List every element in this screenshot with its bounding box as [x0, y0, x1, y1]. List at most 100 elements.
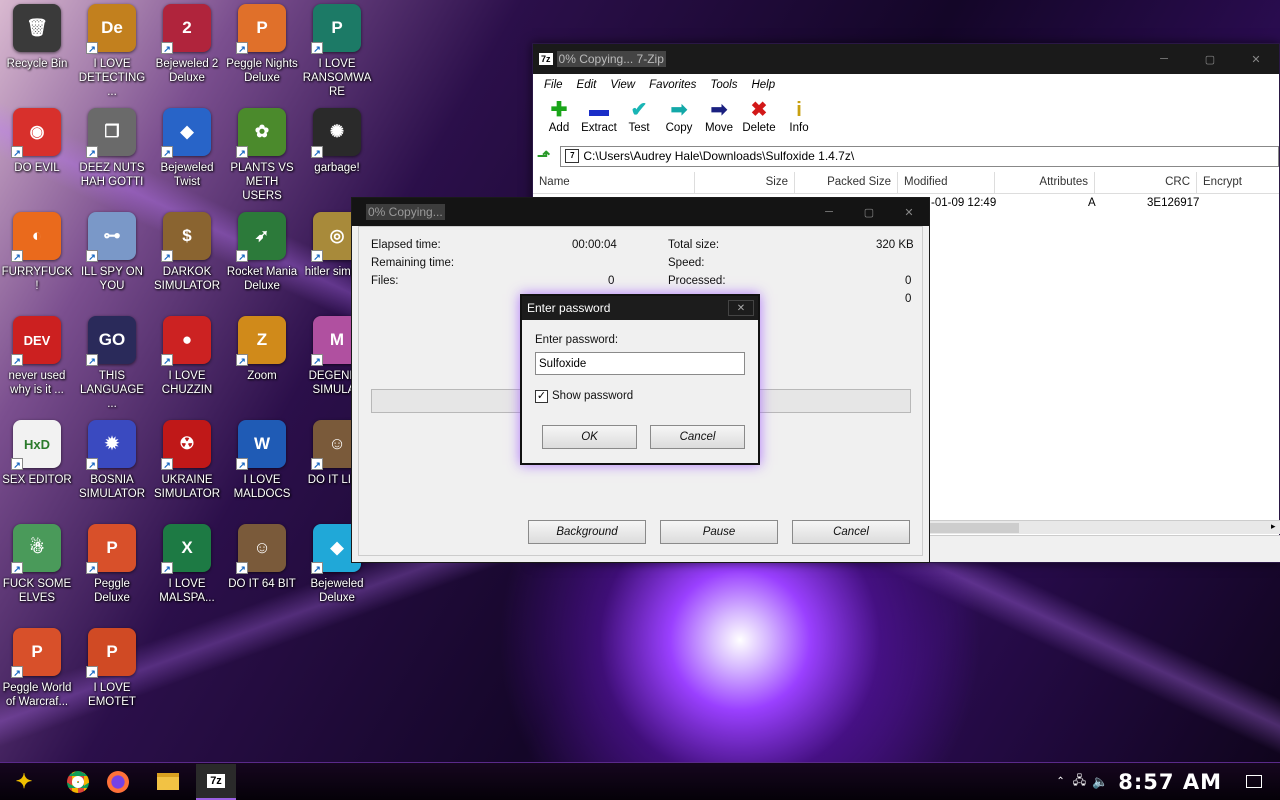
horizontal-scrollbar[interactable]: ▸ — [929, 520, 1280, 534]
desktop-icon[interactable]: P ↗ Peggle Deluxe — [75, 520, 149, 620]
pause-button[interactable]: Pause — [660, 520, 778, 544]
menu-favorites[interactable]: Favorites — [649, 79, 696, 91]
shortcut-arrow-icon: ↗ — [11, 458, 23, 470]
toolbar-delete-button[interactable]: ✖ Delete — [739, 96, 779, 144]
menu-help[interactable]: Help — [751, 79, 775, 91]
progress-minimize-button[interactable]: ─ — [809, 198, 849, 226]
desktop-icon[interactable]: $ ↗ DARKOK SIMULATOR — [150, 208, 224, 308]
password-titlebar[interactable]: Enter password ✕ — [522, 296, 758, 320]
show-password-label[interactable]: Show password — [552, 390, 633, 402]
taskbar-firefox[interactable] — [98, 764, 138, 800]
desktop-icon-label: Peggle Nights Deluxe — [226, 58, 298, 84]
menu-view[interactable]: View — [610, 79, 635, 91]
notification-icon[interactable] — [1246, 775, 1262, 788]
network-tray-icon[interactable]: 🖧 — [1073, 771, 1086, 792]
file-crc: 3E126917 — [1147, 197, 1200, 209]
scroll-right-icon[interactable]: ▸ — [1271, 521, 1280, 532]
scrollbar-thumb[interactable] — [929, 523, 1019, 533]
taskbar-explorer[interactable] — [148, 764, 188, 800]
background-button[interactable]: Background — [528, 520, 646, 544]
desktop-icon[interactable]: GO ↗ THIS LANGUAGE ... — [75, 312, 149, 412]
desktop-icon[interactable]: W ↗ I LOVE MALDOCS — [225, 416, 299, 516]
volume-tray-icon[interactable]: 🔈 — [1092, 774, 1108, 790]
up-folder-icon[interactable]: ⬏ — [537, 146, 550, 166]
desktop-icon[interactable]: ✺ ↗ garbage! — [300, 104, 374, 204]
password-title: Enter password — [527, 301, 611, 315]
toolbar-add-button[interactable]: ✚ Add — [539, 96, 579, 144]
desktop-icon[interactable]: ⊶ ↗ ILL SPY ON YOU — [75, 208, 149, 308]
progress-close-button[interactable]: ✕ — [889, 198, 929, 226]
desktop-icon[interactable]: 🗑 Recycle Bin — [0, 0, 74, 100]
menu-tools[interactable]: Tools — [710, 79, 737, 91]
desktop-icon[interactable]: ☺ ↗ DO IT 64 BIT — [225, 520, 299, 620]
desktop-icon[interactable]: ◐ ↗ FURRYFUCK! — [0, 208, 74, 308]
desktop-icon[interactable]: 2 ↗ Bejeweled 2 Deluxe — [150, 0, 224, 100]
cancel-copy-button[interactable]: Cancel — [792, 520, 910, 544]
password-close-button[interactable]: ✕ — [728, 300, 754, 316]
shortcut-arrow-icon: ↗ — [11, 354, 23, 366]
path-field[interactable]: 7 C:\Users\Audrey Hale\Downloads\Sulfoxi… — [560, 145, 1279, 167]
toolbar-move-button[interactable]: ➡ Move — [699, 96, 739, 144]
password-prompt: Enter password: — [535, 334, 619, 346]
desktop-icon[interactable]: ❐ ↗ DEEZ NUTS HAH GOTTI — [75, 104, 149, 204]
toolbar-info-button[interactable]: i Info — [779, 96, 819, 144]
taskbar-7zip[interactable]: 7z — [196, 763, 236, 800]
desktop-icon-label: DO IT 64 BIT — [228, 578, 296, 590]
app-de-icon: De ↗ — [86, 4, 136, 54]
7zip-titlebar[interactable]: 7z 0% Copying... 7-Zip ─ ▢ ✕ — [533, 44, 1279, 74]
desktop-icon[interactable]: Z ↗ Zoom — [225, 312, 299, 412]
progress-titlebar[interactable]: 0% Copying... ─ ▢ ✕ — [352, 198, 929, 226]
desktop-icon[interactable]: X ↗ I LOVE MALSPA... — [150, 520, 224, 620]
desktop-icon[interactable]: De ↗ I LOVE DETECTING ... — [75, 0, 149, 100]
desktop-icon[interactable]: P ↗ I LOVE RANSOMWARE — [300, 0, 374, 100]
toolbar-label: Info — [789, 122, 809, 134]
desktop-icon[interactable]: ☃ ↗ FUCK SOME ELVES — [0, 520, 74, 620]
menu-edit[interactable]: Edit — [577, 79, 597, 91]
col-modified[interactable]: Modified — [898, 172, 995, 193]
show-password-checkbox[interactable]: ✓ — [535, 390, 548, 403]
desktop-icon[interactable]: ➶ ↗ Rocket Mania Deluxe — [225, 208, 299, 308]
test-icon: ✔ — [630, 99, 648, 121]
col-packed-size[interactable]: Packed Size — [795, 172, 898, 193]
desktop-icon[interactable]: P ↗ Peggle Nights Deluxe — [225, 0, 299, 100]
cancel-button[interactable]: Cancel — [650, 425, 745, 449]
taskbar-chrome[interactable] — [58, 764, 98, 800]
desktop-icon[interactable]: P ↗ Peggle World of Warcraf... — [0, 624, 74, 724]
desktop-icon[interactable]: ☢ ↗ UKRAINE SIMULATOR — [150, 416, 224, 516]
toolbar: ✚ Add ▬ Extract ✔ Test ➡ Copy ➡ Move ✖ Delete i Info — [533, 96, 1279, 144]
desktop-icon[interactable]: ◉ ↗ DO EVIL — [0, 104, 74, 204]
toolbar-test-button[interactable]: ✔ Test — [619, 96, 659, 144]
show-hidden-icons[interactable]: ⌃ — [1056, 776, 1064, 787]
password-dialog[interactable]: Enter password ✕ Enter password: ✓ Show … — [520, 294, 760, 465]
desktop-icon[interactable]: ◆ ↗ Bejeweled Twist — [150, 104, 224, 204]
garbage-icon: ✺ ↗ — [311, 108, 361, 158]
close-button[interactable]: ✕ — [1233, 44, 1279, 74]
toolbar-label: Delete — [742, 122, 776, 134]
col-name[interactable]: Name — [533, 172, 695, 193]
maximize-button[interactable]: ▢ — [1187, 44, 1233, 74]
desktop-icon[interactable]: ● ↗ I LOVE CHUZZIN — [150, 312, 224, 412]
start-button[interactable]: ✦ — [4, 764, 44, 800]
clock[interactable]: 8:57 AM — [1118, 770, 1222, 794]
ok-button[interactable]: OK — [542, 425, 637, 449]
col-size[interactable]: Size — [695, 172, 795, 193]
desktop-icon[interactable]: P ↗ I LOVE EMOTET — [75, 624, 149, 724]
col-attributes[interactable]: Attributes — [995, 172, 1095, 193]
desktop-icon[interactable]: DEV ↗ never used why is it ... — [0, 312, 74, 412]
progress-maximize-button[interactable]: ▢ — [849, 198, 889, 226]
toolbar-label: Add — [548, 122, 570, 134]
desktop-icon-label: Zoom — [247, 370, 277, 382]
desktop-icon[interactable]: ✿ ↗ PLANTS VS METH USERS — [225, 104, 299, 204]
copy-icon: ➡ — [670, 99, 688, 121]
col-encrypted[interactable]: Encrypt — [1197, 172, 1277, 193]
desktop-icon[interactable]: ✹ ↗ BOSNIA SIMULATOR — [75, 416, 149, 516]
minimize-button[interactable]: ─ — [1141, 44, 1187, 74]
desktop-icon[interactable]: HxD ↗ SEX EDITOR — [0, 416, 74, 516]
radiation-icon: ☢ ↗ — [161, 420, 211, 470]
powerpoint-icon: P ↗ — [86, 628, 136, 678]
toolbar-extract-button[interactable]: ▬ Extract — [579, 96, 619, 144]
col-crc[interactable]: CRC — [1095, 172, 1197, 193]
toolbar-copy-button[interactable]: ➡ Copy — [659, 96, 699, 144]
menu-file[interactable]: File — [544, 79, 563, 91]
password-input[interactable] — [535, 352, 745, 375]
